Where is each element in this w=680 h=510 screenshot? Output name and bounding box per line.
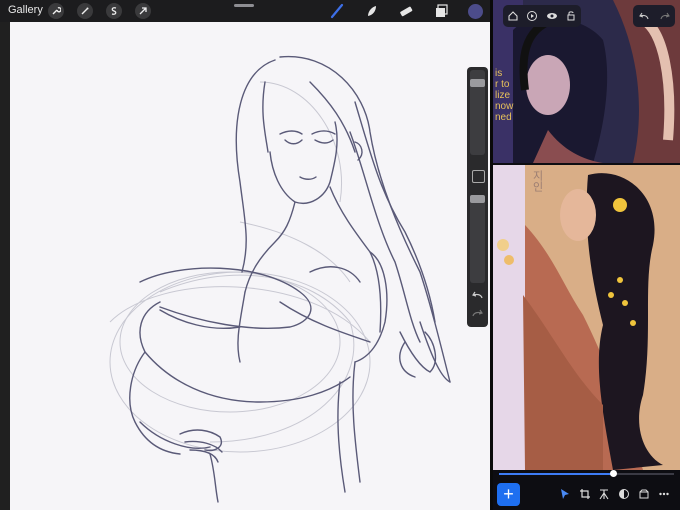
brush-icon[interactable] <box>328 2 346 20</box>
timeline-fill <box>499 473 613 475</box>
drag-handle[interactable] <box>234 4 254 7</box>
selection-s-icon[interactable] <box>106 3 122 19</box>
timeline-knob[interactable] <box>609 470 617 477</box>
brush-sidebar <box>467 67 488 327</box>
transform-arrow-icon[interactable] <box>135 3 151 19</box>
caption-line: lize <box>495 90 511 101</box>
eraser-icon[interactable] <box>397 2 415 20</box>
reference-image-top[interactable]: is r to lize now ned <box>493 0 680 163</box>
reference-app: is r to lize now ned 지인 <box>493 0 680 510</box>
undo-icon[interactable] <box>471 289 484 302</box>
reference-history-toolbar <box>633 5 675 27</box>
lock-icon[interactable] <box>564 9 578 23</box>
redo-icon[interactable] <box>471 307 484 320</box>
opacity-slider[interactable] <box>470 195 485 283</box>
reference-toolbar <box>503 5 581 27</box>
modify-button[interactable] <box>472 170 485 183</box>
caption-line: now <box>495 101 514 112</box>
reference-illustration-2 <box>493 165 680 470</box>
panel-divider <box>493 163 680 165</box>
wrench-icon[interactable] <box>48 3 64 19</box>
more-icon[interactable] <box>657 487 671 501</box>
home-icon[interactable] <box>506 9 520 23</box>
caption-text: is r to lize now ned <box>495 68 513 123</box>
procreate-app: Gallery <box>0 0 490 510</box>
brush-size-slider[interactable] <box>470 70 485 155</box>
gallery-button[interactable]: Gallery <box>8 4 43 16</box>
drawing-canvas[interactable] <box>10 22 490 510</box>
korean-caption: 지인 <box>531 170 543 192</box>
text-icon[interactable] <box>597 487 611 501</box>
play-icon[interactable] <box>525 9 539 23</box>
layers-icon[interactable] <box>432 2 450 20</box>
caption-line: ned <box>495 112 512 123</box>
crop-icon[interactable] <box>578 487 592 501</box>
bottom-toolbar: + <box>493 478 680 510</box>
smudge-icon[interactable] <box>363 2 381 20</box>
timeline-track[interactable] <box>499 470 674 477</box>
adjust-icon[interactable] <box>617 487 631 501</box>
caption-line: r to <box>495 79 510 90</box>
top-toolbar: Gallery <box>0 0 490 22</box>
pointer-icon[interactable] <box>558 487 572 501</box>
add-button[interactable]: + <box>497 483 520 506</box>
reference-image-bottom[interactable]: 지인 <box>493 165 680 470</box>
eye-icon[interactable] <box>545 9 559 23</box>
color-swatch[interactable] <box>466 2 484 20</box>
caption-line: is <box>495 68 503 79</box>
undo-icon[interactable] <box>637 9 651 23</box>
redo-icon[interactable] <box>658 9 672 23</box>
box-icon[interactable] <box>637 487 651 501</box>
magic-wand-icon[interactable] <box>77 3 93 19</box>
opacity-thumb[interactable] <box>470 195 485 203</box>
brush-size-thumb[interactable] <box>470 79 485 88</box>
sketch-drawing <box>109 55 451 503</box>
timeline-bar[interactable] <box>493 470 680 478</box>
